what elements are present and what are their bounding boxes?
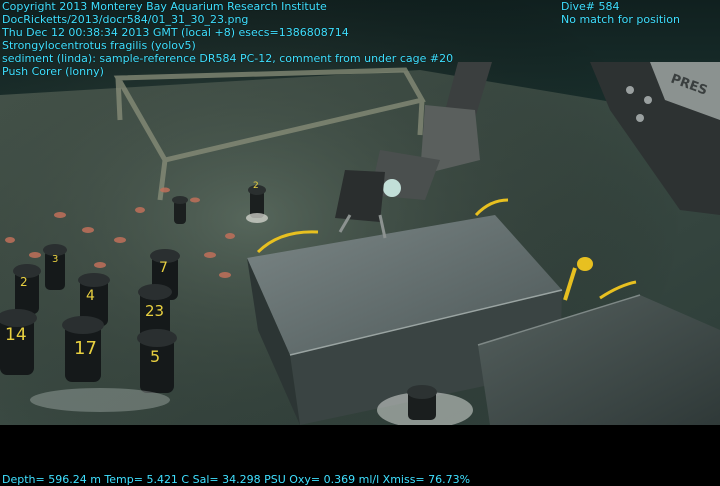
- timestamp-line: Thu Dec 12 00:38:34 2013 GMT (local +8) …: [2, 26, 349, 39]
- copyright-line: Copyright 2013 Monterey Bay Aquarium Res…: [2, 0, 327, 13]
- metadata-overlay-right: Dive# 584 No match for position: [561, 0, 680, 26]
- species-line: Strongylocentrotus fragilis (yolov5): [2, 39, 196, 52]
- rack-tube: 17: [62, 316, 104, 382]
- rack-tube: 3: [43, 244, 67, 290]
- metadata-overlay-left: Copyright 2013 Monterey Bay Aquarium Res…: [2, 0, 453, 78]
- sediment-line: sediment (linda): sample-reference DR584…: [2, 52, 454, 65]
- position-status: No match for position: [561, 13, 680, 26]
- rack-tube-number: 3: [52, 254, 58, 265]
- rack-tube-number: 5: [150, 347, 160, 366]
- core-tube-number: 2: [253, 181, 259, 191]
- sensor-readout: Depth= 596.24 m Temp= 5.421 C Sal= 34.29…: [2, 473, 471, 486]
- image-path-line: DocRicketts/2013/docr584/01_31_30_23.png: [2, 13, 249, 26]
- rack-tube-number: 2: [20, 275, 28, 289]
- rack-tube-number: 17: [74, 338, 97, 359]
- rack-tube-number: 4: [86, 288, 95, 304]
- dive-number: Dive# 584: [561, 0, 620, 13]
- rack-tube-number: 7: [159, 260, 168, 276]
- rack-tube-number: 14: [5, 325, 27, 345]
- rack-tube: 5: [137, 329, 177, 393]
- rack-tube-number: 23: [145, 302, 164, 320]
- rack-tube: 2: [13, 264, 41, 314]
- equipment-line: Push Corer (lonny): [2, 65, 104, 78]
- rov-video-frame: 2 PRES 3 7 4 2 23 14 17 5 Copyright 2013…: [0, 0, 720, 486]
- rack-tube: 14: [0, 309, 37, 375]
